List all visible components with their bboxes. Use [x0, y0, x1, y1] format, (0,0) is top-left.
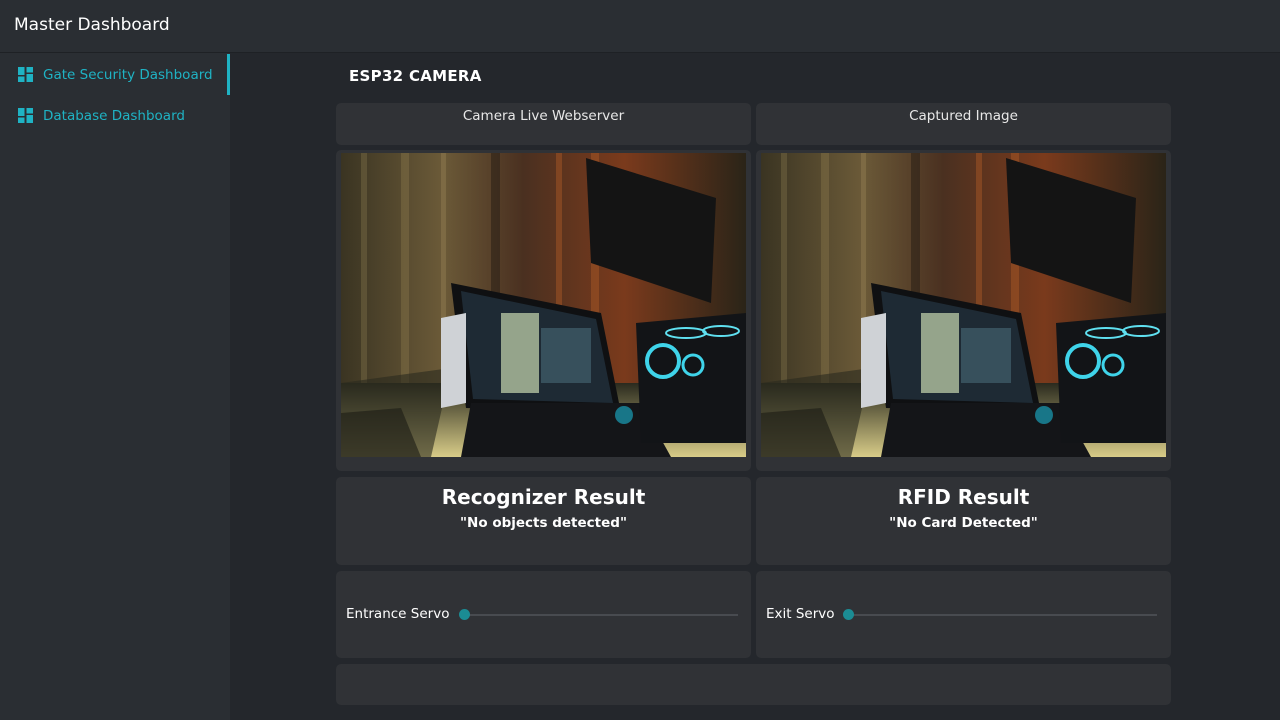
- entrance-servo-card: Entrance Servo: [336, 571, 751, 658]
- sidebar-item-database-dashboard[interactable]: Database Dashboard: [0, 95, 230, 136]
- live-camera-card: [336, 150, 751, 471]
- live-camera-feed: [341, 153, 746, 457]
- sidebar-item-label: Gate Security Dashboard: [43, 66, 213, 83]
- captured-image-header: Captured Image: [756, 103, 1171, 145]
- captured-image: [761, 153, 1166, 457]
- recognizer-result-card: Recognizer Result "No objects detected": [336, 477, 751, 565]
- exit-servo-thumb[interactable]: [842, 609, 854, 620]
- entrance-servo-label: Entrance Servo: [346, 606, 450, 622]
- top-bar: Master Dashboard: [0, 0, 1280, 53]
- live-webserver-header: Camera Live Webserver: [336, 103, 751, 145]
- dashboard-icon: [18, 67, 33, 82]
- live-webserver-title: Camera Live Webserver: [462, 108, 625, 124]
- exit-servo-card: Exit Servo: [756, 571, 1171, 658]
- sidebar-item-gate-security-dashboard[interactable]: Gate Security Dashboard: [0, 54, 230, 95]
- rfid-result-title: RFID Result: [897, 485, 1030, 509]
- section-title: ESP32 CAMERA: [349, 67, 482, 85]
- captured-image-card: [756, 150, 1171, 471]
- sidebar-item-label: Database Dashboard: [43, 107, 185, 124]
- entrance-servo-thumb[interactable]: [458, 609, 470, 620]
- recognizer-result-value: "No objects detected": [460, 515, 627, 531]
- exit-servo-track[interactable]: [848, 614, 1157, 616]
- entrance-servo-track[interactable]: [464, 614, 738, 616]
- recognizer-result-title: Recognizer Result: [441, 485, 646, 509]
- sidebar: Gate Security Dashboard Database Dashboa…: [0, 53, 230, 720]
- rfid-result-value: "No Card Detected": [889, 515, 1038, 531]
- captured-image-title: Captured Image: [909, 108, 1018, 124]
- rfid-result-card: RFID Result "No Card Detected": [756, 477, 1171, 565]
- app-title: Master Dashboard: [14, 15, 170, 35]
- exit-servo-label: Exit Servo: [766, 606, 835, 622]
- bottom-panel: [336, 664, 1171, 705]
- dashboard-icon: [18, 108, 33, 123]
